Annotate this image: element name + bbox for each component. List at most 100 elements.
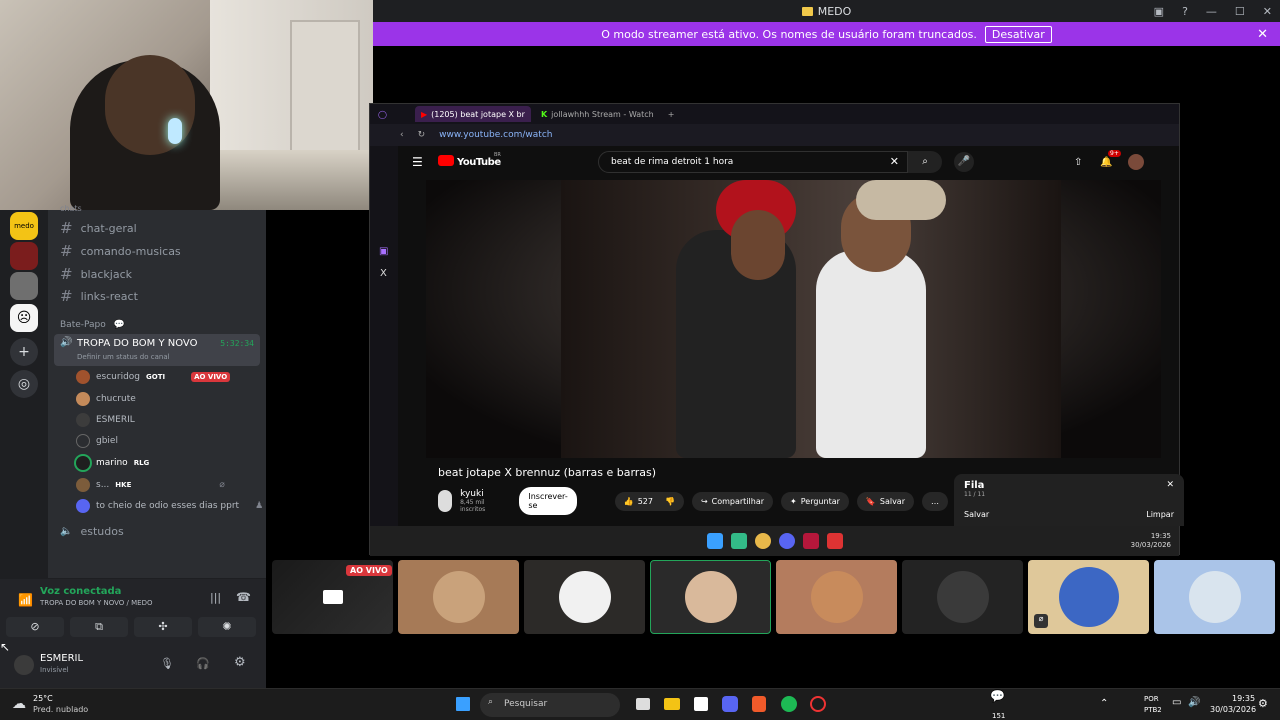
queue-clear-button[interactable]: Limpar xyxy=(1146,510,1174,519)
lang-indicator-2[interactable]: PTB2 xyxy=(1144,706,1162,714)
channel-avatar[interactable] xyxy=(438,490,453,512)
channel-name[interactable]: kyuki xyxy=(460,489,511,499)
search-button[interactable]: ⌕ xyxy=(908,151,942,173)
start-button[interactable] xyxy=(456,697,470,711)
youtube-logo[interactable]: YouTube xyxy=(457,157,501,168)
browser-tab[interactable]: Kjollawhhh Stream - Watch xyxy=(535,106,660,122)
voice-user[interactable]: to cheio de odio esses dias pprt ♟ xyxy=(76,499,263,513)
participant-tile[interactable] xyxy=(524,560,645,634)
chat-icon[interactable]: 💬 xyxy=(990,689,1005,703)
maximize-button[interactable]: ☐ xyxy=(1235,5,1245,18)
save-button[interactable]: 🔖 Salvar xyxy=(856,491,914,511)
category-bate-papo[interactable]: Bate-Papo 💬 xyxy=(60,320,125,330)
weather-desc[interactable]: Pred. nublado xyxy=(33,705,88,714)
thumbs-down-icon[interactable]: 👎 xyxy=(665,497,675,506)
account-avatar[interactable] xyxy=(1128,154,1144,170)
add-server-icon[interactable]: + xyxy=(10,338,38,366)
more-actions-button[interactable]: … xyxy=(922,491,948,511)
server-icon[interactable]: ☹ xyxy=(10,304,38,332)
taskbar-search[interactable]: ⌕ Pesquisar xyxy=(480,693,620,717)
like-button[interactable]: 👍 527 👎 xyxy=(614,491,684,511)
notifications-icon[interactable]: 🔔 xyxy=(1100,157,1112,168)
voice-search-icon[interactable]: 🎤 xyxy=(954,152,974,172)
participant-tile[interactable]: ⌀ xyxy=(1028,560,1149,634)
user-avatar[interactable] xyxy=(14,655,34,675)
disable-streamer-mode-button[interactable]: Desativar xyxy=(984,25,1052,43)
activities-button[interactable]: ✣ xyxy=(134,617,192,637)
close-window-button[interactable]: ✕ xyxy=(1263,5,1272,18)
settings-gear-icon[interactable]: ⚙ xyxy=(234,655,246,670)
subscribe-button[interactable]: Inscrever-se xyxy=(519,487,577,515)
clear-search-icon[interactable]: ✕ xyxy=(890,155,899,168)
participant-tile[interactable] xyxy=(1154,560,1275,634)
channel-comando-musicas[interactable]: # comando-musicas xyxy=(60,242,181,260)
clock-date[interactable]: 30/03/2026 xyxy=(1210,705,1256,714)
lang-indicator-1[interactable]: POR xyxy=(1144,695,1159,703)
microphone-icon[interactable]: 🎙 xyxy=(160,657,174,670)
camera-off-button[interactable]: ⊘ xyxy=(6,617,64,637)
channel-blackjack[interactable]: # blackjack xyxy=(60,265,132,283)
menu-icon[interactable]: ☰ xyxy=(412,155,423,169)
url-text[interactable]: www.youtube.com/watch xyxy=(439,130,552,140)
voice-user[interactable]: s... HKE ⌀ xyxy=(76,478,225,492)
user-name[interactable]: ESMERIL xyxy=(40,653,83,664)
notifications-icon[interactable]: ⚙ xyxy=(1258,697,1268,710)
youtube-logo-icon[interactable] xyxy=(438,155,454,166)
browser-tab[interactable]: ▶ (1205) beat jotape X br xyxy=(414,106,531,122)
volume-icon[interactable]: 🔊 xyxy=(1188,697,1200,708)
youtube-search-input[interactable]: beat de rima detroit 1 hora ✕ xyxy=(598,151,908,173)
voice-channel-active[interactable]: 🔊 TROPA DO BOM Y NOVO 5:32:34 Definir um… xyxy=(54,334,260,366)
close-queue-icon[interactable]: ✕ xyxy=(1166,480,1174,490)
queue-save-button[interactable]: Salvar xyxy=(964,510,989,519)
new-tab-icon[interactable]: + xyxy=(668,110,675,119)
minimize-button[interactable]: — xyxy=(1206,5,1217,18)
channel-links-react[interactable]: # links-react xyxy=(60,287,138,305)
participant-tile[interactable] xyxy=(650,560,771,634)
voice-user[interactable]: chucrute xyxy=(76,392,136,406)
store-icon[interactable] xyxy=(694,697,708,711)
clock-time[interactable]: 19:35 xyxy=(1232,694,1255,703)
participant-tile[interactable] xyxy=(398,560,519,634)
twitch-icon[interactable]: ▣ xyxy=(379,246,388,257)
soundboard-button[interactable]: ✺ xyxy=(198,617,256,637)
inbox-icon[interactable]: ▣ xyxy=(1154,5,1164,18)
tray-chevron-icon[interactable]: ⌃ xyxy=(1100,698,1108,709)
share-button[interactable]: ↪ Compartilhar xyxy=(691,491,774,511)
address-bar[interactable]: ‹ ↻ www.youtube.com/watch xyxy=(370,124,1179,146)
participant-tile[interactable] xyxy=(776,560,897,634)
video-player[interactable] xyxy=(426,180,1161,458)
server-icon[interactable] xyxy=(10,272,38,300)
share-screen-button[interactable]: ⧉ xyxy=(70,617,128,637)
weather-icon[interactable]: ☁ xyxy=(12,696,26,712)
discord-icon[interactable] xyxy=(722,696,738,712)
voice-user[interactable]: ESMERIL xyxy=(76,413,135,427)
close-banner-icon[interactable]: ✕ xyxy=(1257,27,1268,42)
help-icon[interactable]: ? xyxy=(1182,5,1188,18)
spotify-icon[interactable] xyxy=(781,696,797,712)
voice-user[interactable]: escuridog GOTI AO VIVO xyxy=(76,370,231,384)
voice-location[interactable]: TROPA DO BOM Y NOVO / MEDO xyxy=(40,599,153,607)
ask-button[interactable]: ✦ Perguntar xyxy=(781,491,849,511)
server-icon[interactable] xyxy=(10,242,38,270)
channel-chat-geral[interactable]: # chat-geral xyxy=(60,219,137,237)
headphones-icon[interactable]: 🎧 xyxy=(196,657,210,670)
x-icon[interactable]: X xyxy=(380,268,387,279)
noise-suppression-icon[interactable]: ||| xyxy=(210,591,221,604)
opera-gx-icon[interactable] xyxy=(810,696,826,712)
participant-tile[interactable] xyxy=(902,560,1023,634)
file-explorer-icon[interactable] xyxy=(664,698,680,710)
upload-icon[interactable]: ⇧ xyxy=(1074,157,1082,168)
network-icon[interactable]: ▭ xyxy=(1172,697,1181,708)
back-icon[interactable]: ‹ xyxy=(400,130,404,140)
reload-icon[interactable]: ↻ xyxy=(418,130,426,140)
channel-status-hint[interactable]: Definir um status do canal xyxy=(77,353,170,361)
voice-user[interactable]: gbiel xyxy=(76,434,118,448)
voice-user[interactable]: marino RLG xyxy=(76,456,149,470)
weather-temp[interactable]: 25°C xyxy=(33,694,53,703)
task-view-icon[interactable] xyxy=(636,698,650,710)
disconnect-icon[interactable]: ☎ xyxy=(236,590,251,604)
discover-icon[interactable]: ◎ xyxy=(10,370,38,398)
server-icon[interactable]: medo xyxy=(10,212,38,240)
voice-channel-estudos[interactable]: 🔈 estudos xyxy=(60,525,124,538)
brave-icon[interactable] xyxy=(752,696,766,712)
